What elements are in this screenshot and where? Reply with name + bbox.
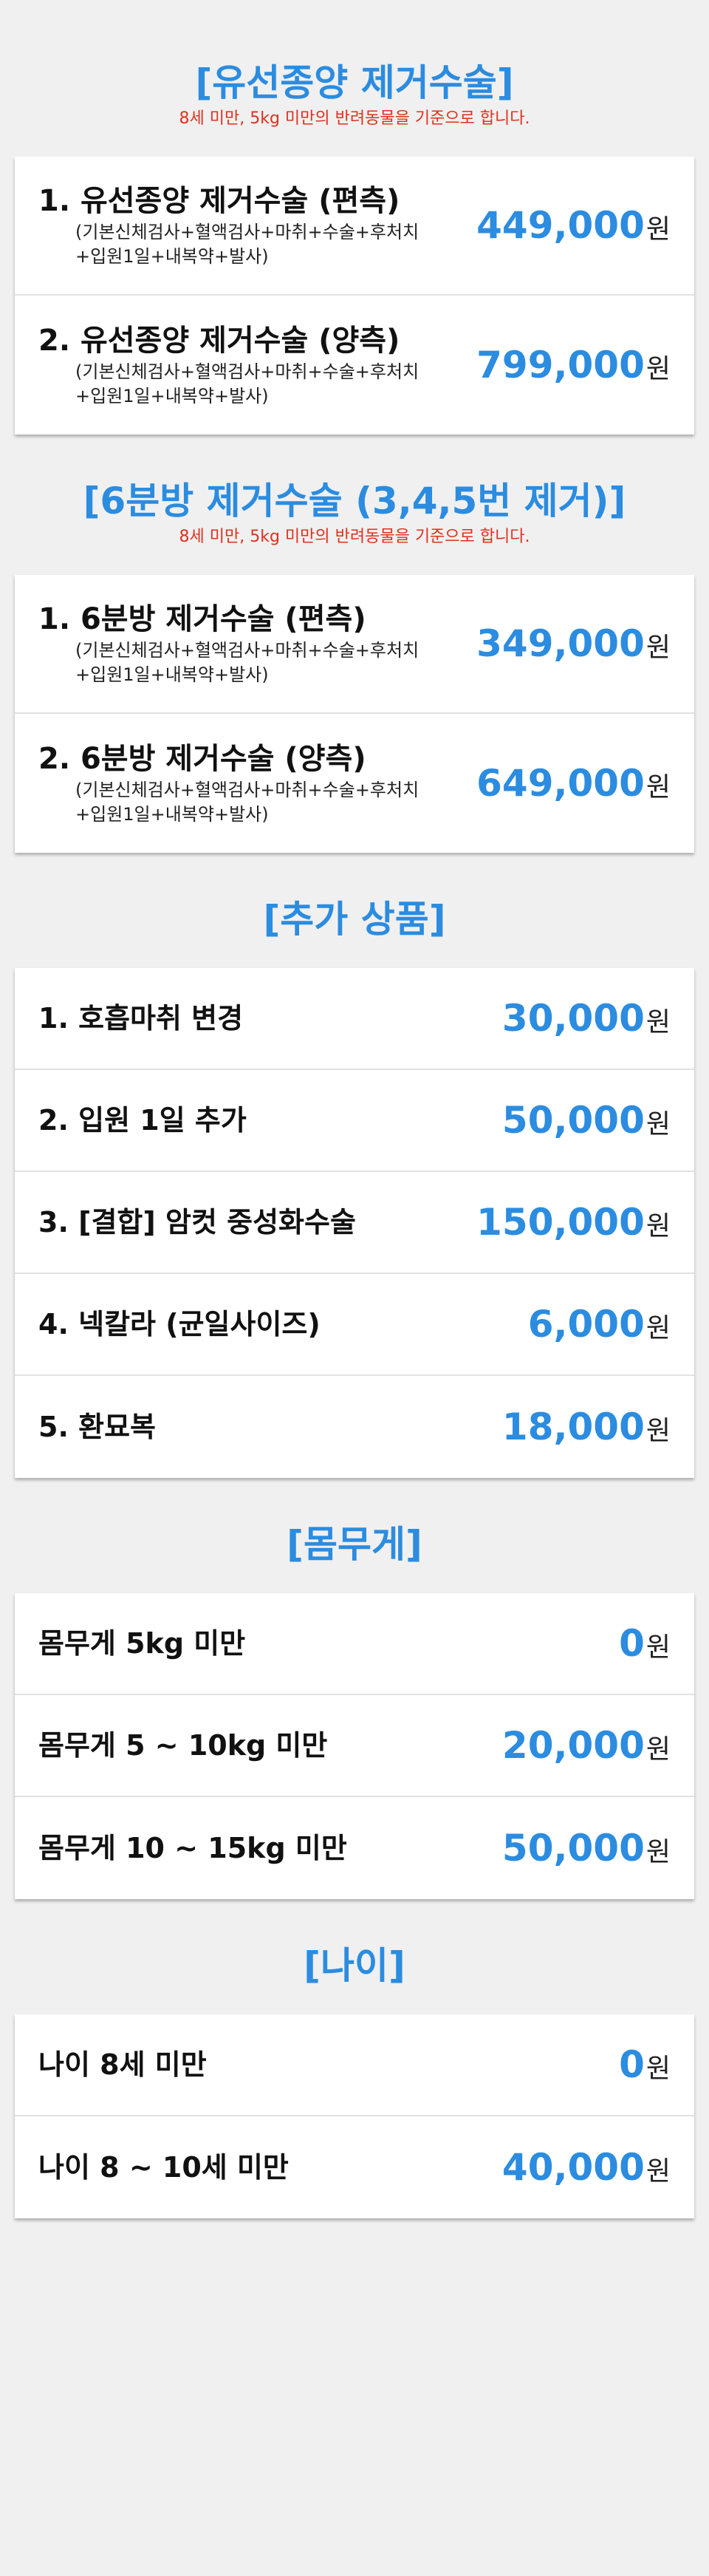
price-row: 몸무게 10 ~ 15kg 미만 50,000 원 — [15, 1797, 694, 1899]
price-unit: 원 — [645, 1837, 671, 1867]
item-desc-line2: +입원1일+내복약+발사) — [75, 804, 269, 825]
price-row: 2. 유선종양 제거수술 (양측) (기본신체검사+혈액검사+마취+수술+후처치… — [15, 296, 694, 435]
price-unit: 원 — [645, 2156, 671, 2187]
price-unit: 원 — [645, 2054, 671, 2084]
item-title: 2. 입원 1일 추가 — [38, 1104, 247, 1137]
price-amount: 649,000 — [476, 762, 645, 805]
price-row: 4. 넥칼라 (균일사이즈) 6,000 원 — [15, 1274, 694, 1376]
item-price: 18,000 원 — [502, 1405, 671, 1448]
price-amount: 18,000 — [501, 1405, 645, 1448]
price-row: 1. 유선종양 제거수술 (편측) (기본신체검사+혈액검사+마취+수술+후처치… — [15, 157, 694, 296]
price-card: 1. 6분방 제거수술 (편측) (기본신체검사+혈액검사+마취+수술+후처치 … — [15, 575, 694, 853]
price-unit: 원 — [645, 1007, 671, 1037]
item-info: 1. 유선종양 제거수술 (편측) (기본신체검사+혈액검사+마취+수술+후처치… — [38, 182, 419, 269]
item-desc-line1: (기본신체검사+혈액검사+마취+수술+후처치 — [75, 361, 419, 382]
section-notice: 8세 미만, 5kg 미만의 반려동물을 기준으로 합니다. — [179, 528, 530, 546]
price-unit: 원 — [645, 1734, 671, 1765]
item-price: 50,000 원 — [502, 1099, 671, 1142]
section-title: [유선종양 제거수술] — [195, 61, 514, 104]
price-unit: 원 — [645, 1313, 671, 1343]
section-additional-products: [추가 상품] 1. 호흡마취 변경 30,000 원 2. 입원 1일 추가 … — [0, 853, 709, 1478]
item-title: 1. 유선종양 제거수술 (편측) — [38, 184, 400, 218]
item-title: 2. 유선종양 제거수술 (양측) — [38, 324, 400, 358]
item-price: 6,000 원 — [528, 1303, 671, 1346]
price-amount: 50,000 — [501, 1827, 645, 1870]
price-amount: 799,000 — [476, 344, 645, 386]
section-notice: 8세 미만, 5kg 미만의 반려동물을 기준으로 합니다. — [179, 109, 530, 128]
price-row: 3. [결합] 암컷 중성화수술 150,000 원 — [15, 1172, 694, 1274]
price-row: 몸무게 5 ~ 10kg 미만 20,000 원 — [15, 1695, 694, 1797]
price-amount: 20,000 — [501, 1724, 645, 1767]
item-title: 1. 호흡마취 변경 — [38, 1002, 244, 1035]
item-title: 5. 환묘복 — [38, 1411, 156, 1443]
price-row: 몸무게 5kg 미만 0 원 — [15, 1593, 694, 1695]
section-weight: [몸무게] 몸무게 5kg 미만 0 원 몸무게 5 ~ 10kg 미만 20,… — [0, 1478, 709, 1899]
price-unit: 원 — [645, 772, 671, 803]
price-amount: 0 — [619, 1622, 645, 1665]
section-title: [몸무게] — [287, 1523, 422, 1566]
price-unit: 원 — [645, 1416, 671, 1446]
price-amount: 6,000 — [527, 1303, 645, 1346]
price-unit: 원 — [645, 354, 671, 384]
section-title: [나이] — [304, 1944, 405, 1987]
price-amount: 30,000 — [501, 997, 645, 1040]
item-desc-line1: (기본신체검사+혈액검사+마취+수술+후처치 — [75, 222, 419, 242]
price-card: 몸무게 5kg 미만 0 원 몸무게 5 ~ 10kg 미만 20,000 원 … — [15, 1593, 694, 1899]
item-title: 2. 6분방 제거수술 (양측) — [38, 742, 366, 776]
price-unit: 원 — [645, 1632, 671, 1663]
item-price: 349,000 원 — [476, 622, 671, 665]
price-unit: 원 — [645, 633, 671, 663]
item-desc-line1: (기본신체검사+혈액검사+마취+수술+후처치 — [75, 640, 419, 661]
item-price: 20,000 원 — [502, 1724, 671, 1767]
item-price: 649,000 원 — [476, 762, 671, 805]
item-desc-line2: +입원1일+내복약+발사) — [75, 246, 269, 267]
item-desc-line2: +입원1일+내복약+발사) — [75, 664, 269, 685]
price-amount: 50,000 — [501, 1099, 645, 1142]
price-row: 2. 입원 1일 추가 50,000 원 — [15, 1070, 694, 1172]
price-amount: 449,000 — [476, 204, 645, 247]
price-amount: 0 — [619, 2043, 645, 2086]
item-price: 449,000 원 — [476, 204, 671, 247]
section-title: [추가 상품] — [263, 898, 446, 941]
item-title: 나이 8 ~ 10세 미만 — [38, 2151, 289, 2184]
item-info: 2. 6분방 제거수술 (양측) (기본신체검사+혈액검사+마취+수술+후처치 … — [38, 740, 419, 827]
item-title: 몸무게 5 ~ 10kg 미만 — [38, 1729, 328, 1762]
price-row: 나이 8 ~ 10세 미만 40,000 원 — [15, 2116, 694, 2218]
item-desc-line1: (기본신체검사+혈액검사+마취+수술+후처치 — [75, 780, 419, 800]
item-price: 0 원 — [619, 2043, 671, 2086]
item-price: 799,000 원 — [476, 344, 671, 386]
item-info: 2. 유선종양 제거수술 (양측) (기본신체검사+혈액검사+마취+수술+후처치… — [38, 321, 419, 409]
section-mammary-tumor: [유선종양 제거수술] 8세 미만, 5kg 미만의 반려동물을 기준으로 합니… — [0, 0, 709, 435]
price-amount: 40,000 — [501, 2146, 645, 2189]
price-row: 2. 6분방 제거수술 (양측) (기본신체검사+혈액검사+마취+수술+후처치 … — [15, 714, 694, 853]
price-row: 1. 6분방 제거수술 (편측) (기본신체검사+혈액검사+마취+수술+후처치 … — [15, 575, 694, 714]
price-amount: 349,000 — [476, 622, 645, 665]
item-price: 0 원 — [619, 1622, 671, 1665]
section-age: [나이] 나이 8세 미만 0 원 나이 8 ~ 10세 미만 40,000 원 — [0, 1899, 709, 2218]
price-row: 1. 호흡마취 변경 30,000 원 — [15, 968, 694, 1070]
section-title: [6분방 제거수술 (3,4,5번 제거)] — [83, 480, 626, 522]
price-card: 나이 8세 미만 0 원 나이 8 ~ 10세 미만 40,000 원 — [15, 2014, 694, 2218]
price-unit: 원 — [645, 1211, 671, 1241]
item-title: 몸무게 10 ~ 15kg 미만 — [38, 1832, 347, 1864]
price-unit: 원 — [645, 214, 671, 245]
item-price: 50,000 원 — [502, 1827, 671, 1870]
item-title: 4. 넥칼라 (균일사이즈) — [38, 1308, 321, 1340]
price-card: 1. 유선종양 제거수술 (편측) (기본신체검사+혈액검사+마취+수술+후처치… — [15, 157, 694, 435]
item-title: 1. 6분방 제거수술 (편측) — [38, 602, 366, 636]
price-unit: 원 — [645, 1109, 671, 1139]
item-title: 몸무게 5kg 미만 — [38, 1627, 246, 1660]
price-row: 5. 환묘복 18,000 원 — [15, 1376, 694, 1478]
price-card: 1. 호흡마취 변경 30,000 원 2. 입원 1일 추가 50,000 원… — [15, 968, 694, 1478]
item-title: 나이 8세 미만 — [38, 2048, 207, 2081]
price-amount: 150,000 — [476, 1201, 645, 1244]
item-desc-line2: +입원1일+내복약+발사) — [75, 386, 269, 406]
item-price: 30,000 원 — [502, 997, 671, 1040]
section-six-compartment: [6분방 제거수술 (3,4,5번 제거)] 8세 미만, 5kg 미만의 반려… — [0, 435, 709, 853]
item-price: 40,000 원 — [502, 2146, 671, 2189]
item-price: 150,000 원 — [476, 1201, 671, 1244]
price-row: 나이 8세 미만 0 원 — [15, 2014, 694, 2116]
item-info: 1. 6분방 제거수술 (편측) (기본신체검사+혈액검사+마취+수술+후처치 … — [38, 600, 419, 687]
item-title: 3. [결합] 암컷 중성화수술 — [38, 1206, 356, 1238]
